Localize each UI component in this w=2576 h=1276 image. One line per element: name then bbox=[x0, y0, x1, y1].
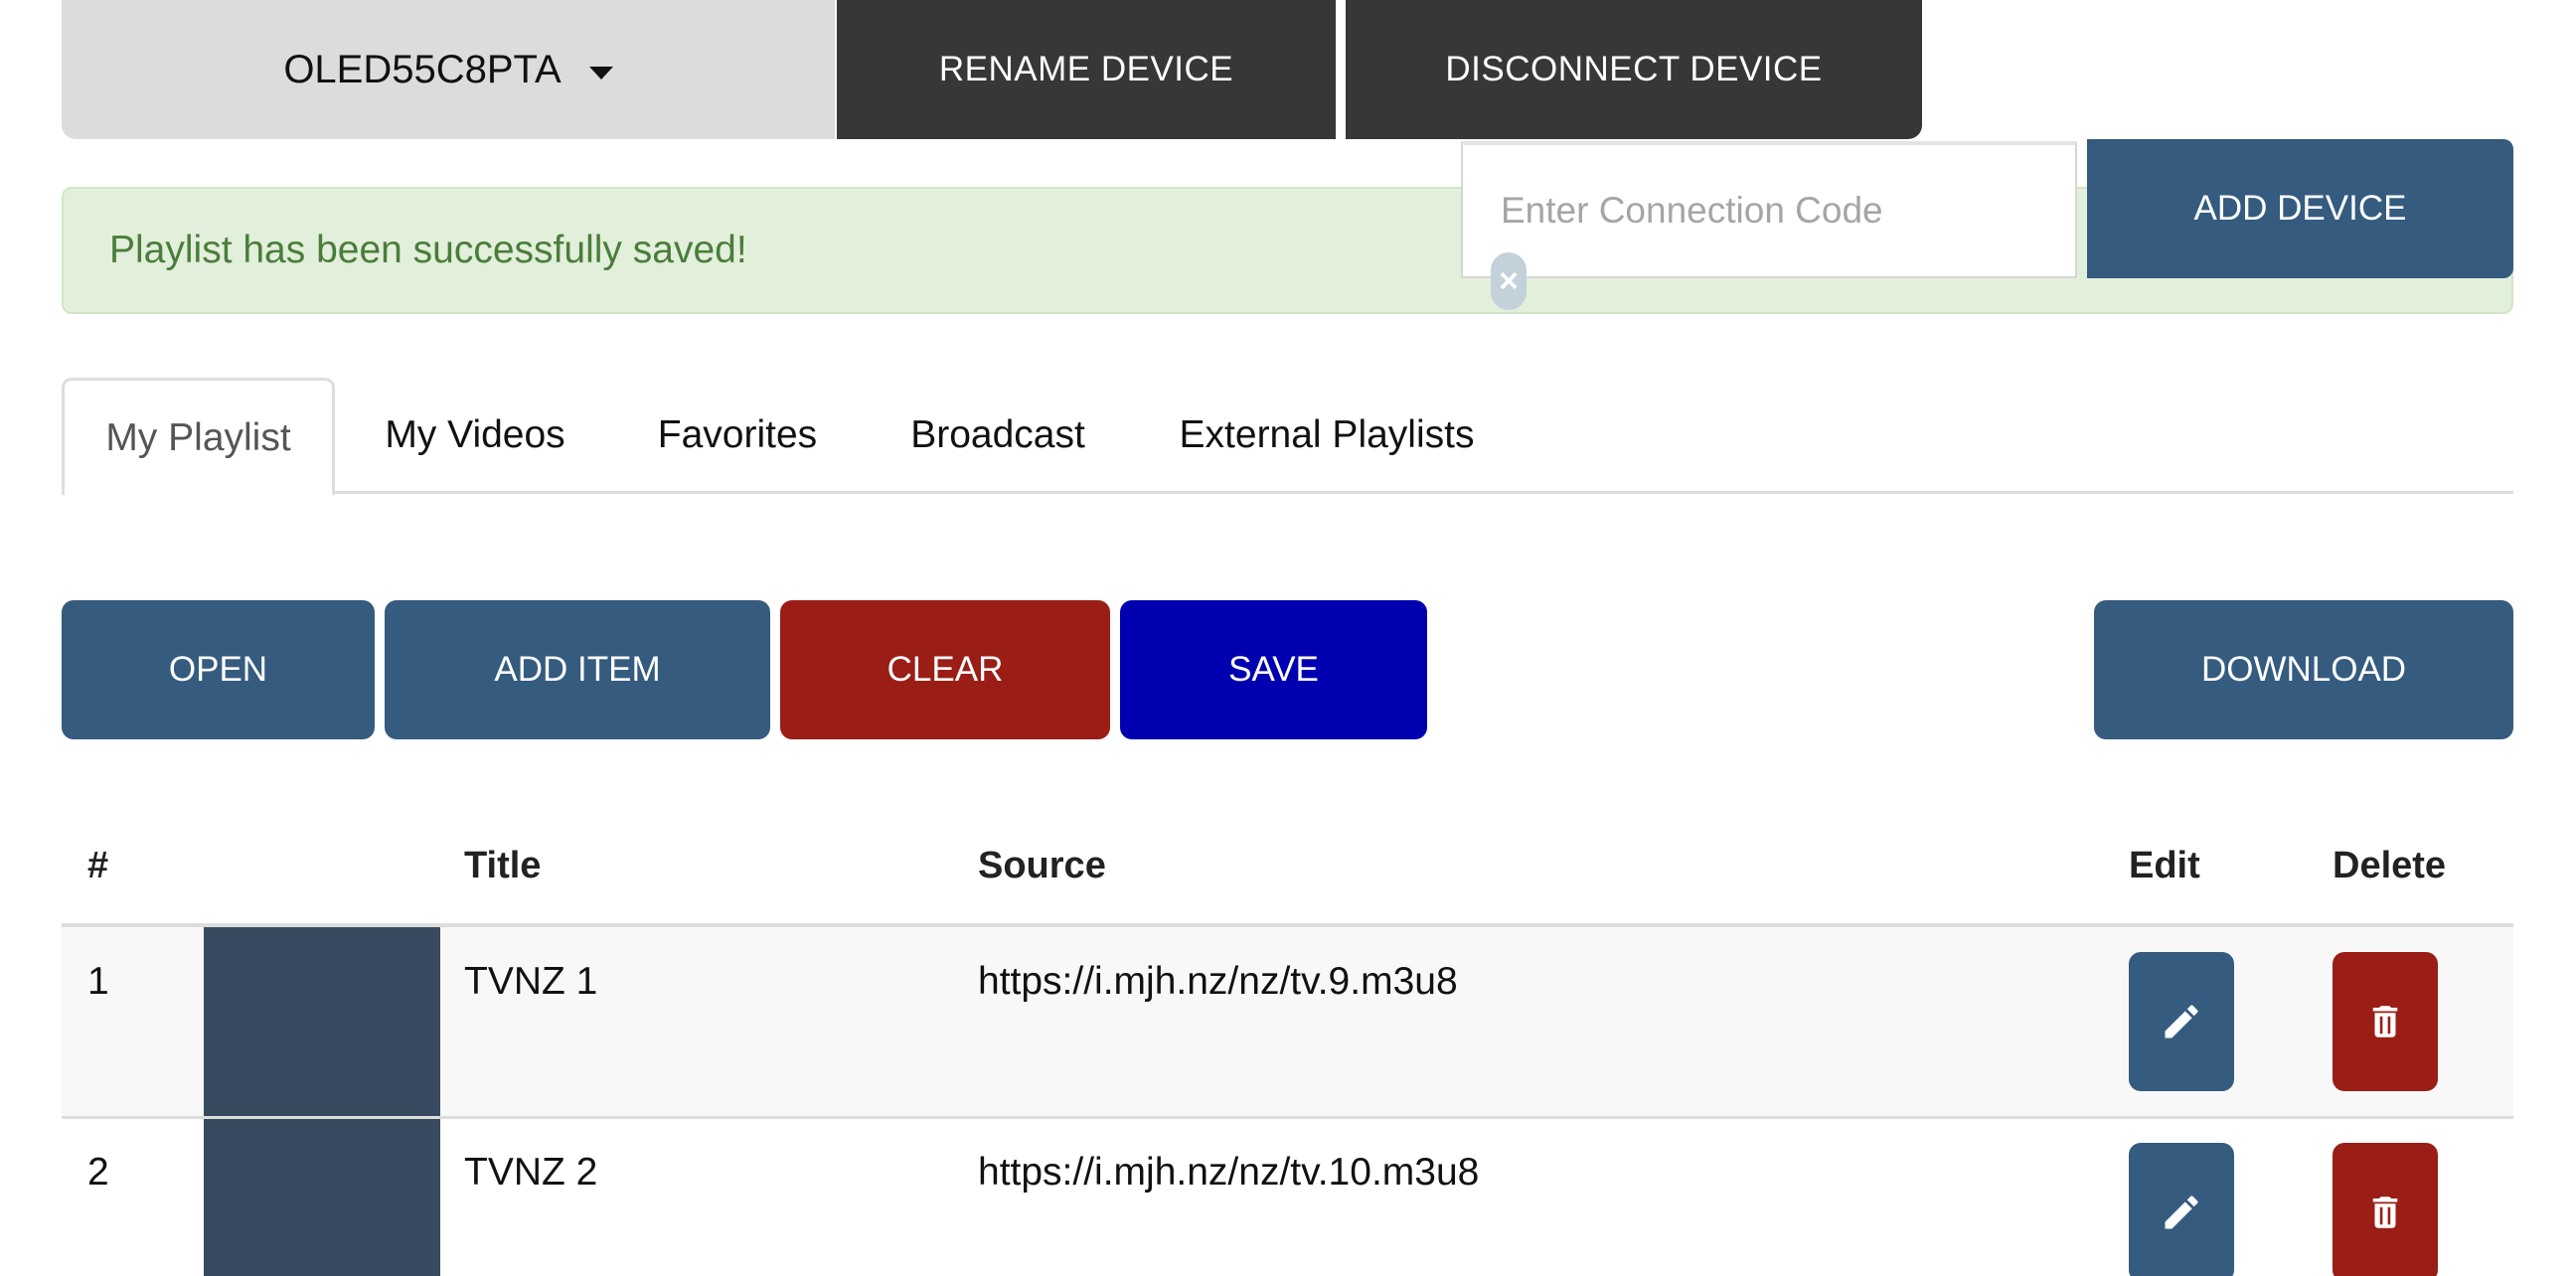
download-button[interactable]: DOWNLOAD bbox=[2094, 600, 2513, 739]
device-select[interactable]: OLED55C8PTA bbox=[62, 0, 835, 139]
row-title: TVNZ 1 bbox=[464, 960, 598, 1003]
row-source: https://i.mjh.nz/nz/tv.9.m3u8 bbox=[978, 960, 1458, 1003]
add-device-button[interactable]: ADD DEVICE bbox=[2087, 139, 2513, 278]
column-header-title: Title bbox=[464, 845, 542, 886]
column-header-num: # bbox=[87, 845, 109, 886]
add-item-button[interactable]: ADD ITEM bbox=[385, 600, 770, 739]
rename-device-button[interactable]: RENAME DEVICE bbox=[837, 0, 1336, 139]
tab-broadcast[interactable]: Broadcast bbox=[885, 378, 1111, 493]
open-button[interactable]: OPEN bbox=[62, 600, 375, 739]
edit-button[interactable] bbox=[2129, 1143, 2234, 1276]
clear-button[interactable]: CLEAR bbox=[780, 600, 1110, 739]
tab-my-videos[interactable]: My Videos bbox=[360, 378, 590, 493]
row-source: https://i.mjh.nz/nz/tv.10.m3u8 bbox=[978, 1151, 1480, 1194]
column-header-delete: Delete bbox=[2333, 845, 2447, 886]
column-header-source: Source bbox=[978, 845, 1106, 886]
alert-message: Playlist has been successfully saved! bbox=[109, 229, 747, 271]
delete-button[interactable] bbox=[2333, 952, 2438, 1091]
row-number: 2 bbox=[87, 1151, 109, 1194]
close-icon[interactable]: × bbox=[1491, 252, 1527, 310]
trash-icon bbox=[2372, 1196, 2398, 1228]
column-header-edit: Edit bbox=[2129, 845, 2200, 886]
tab-external-playlists[interactable]: External Playlists bbox=[1153, 378, 1501, 493]
device-name: OLED55C8PTA bbox=[283, 47, 562, 91]
disconnect-device-button[interactable]: DISCONNECT DEVICE bbox=[1346, 0, 1922, 139]
save-button[interactable]: SAVE bbox=[1120, 600, 1427, 739]
thumbnail bbox=[204, 1119, 440, 1276]
tab-favorites[interactable]: Favorites bbox=[632, 378, 843, 493]
delete-button[interactable] bbox=[2333, 1143, 2438, 1276]
connection-code-input[interactable] bbox=[1461, 141, 2077, 278]
row-title: TVNZ 2 bbox=[464, 1151, 598, 1194]
pencil-icon bbox=[2165, 1196, 2198, 1229]
edit-button[interactable] bbox=[2129, 952, 2234, 1091]
pencil-icon bbox=[2165, 1005, 2198, 1038]
caret-down-icon bbox=[588, 66, 613, 80]
tab-my-playlist[interactable]: My Playlist bbox=[62, 378, 335, 495]
row-number: 1 bbox=[87, 960, 109, 1003]
thumbnail bbox=[204, 927, 440, 1116]
trash-icon bbox=[2372, 1006, 2398, 1037]
